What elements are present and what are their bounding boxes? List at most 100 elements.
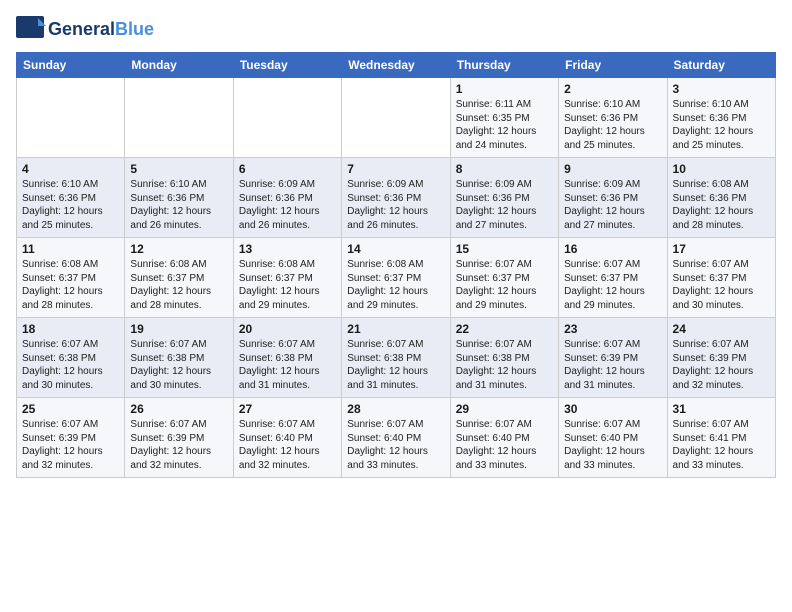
- calendar-cell: 30Sunrise: 6:07 AM Sunset: 6:40 PM Dayli…: [559, 398, 667, 478]
- day-info: Sunrise: 6:07 AM Sunset: 6:38 PM Dayligh…: [239, 338, 336, 392]
- calendar-cell: 4Sunrise: 6:10 AM Sunset: 6:36 PM Daylig…: [17, 158, 125, 238]
- day-number: 6: [239, 162, 336, 176]
- day-info: Sunrise: 6:07 AM Sunset: 6:38 PM Dayligh…: [22, 338, 119, 392]
- day-info: Sunrise: 6:07 AM Sunset: 6:39 PM Dayligh…: [22, 418, 119, 472]
- day-number: 25: [22, 402, 119, 416]
- calendar-cell: 7Sunrise: 6:09 AM Sunset: 6:36 PM Daylig…: [342, 158, 450, 238]
- calendar: SundayMondayTuesdayWednesdayThursdayFrid…: [16, 52, 776, 478]
- day-info: Sunrise: 6:08 AM Sunset: 6:37 PM Dayligh…: [130, 258, 227, 312]
- calendar-cell: 23 Sunrise: 6:07 AM Sunset: 6:39 PM Dayli…: [559, 318, 667, 398]
- calendar-cell: 3Sunrise: 6:10 AM Sunset: 6:36 PM Daylig…: [667, 78, 775, 158]
- day-info: Sunrise: 6:09 AM Sunset: 6:36 PM Dayligh…: [239, 178, 336, 232]
- logo-icon: [16, 16, 46, 44]
- day-number: 24: [673, 322, 770, 336]
- weekday-header: Wednesday: [342, 53, 450, 78]
- day-info: Sunrise: 6:07 AM Sunset: 6:40 PM Dayligh…: [239, 418, 336, 472]
- calendar-cell: 5 Sunrise: 6:10 AM Sunset: 6:36 PM Daylig…: [125, 158, 233, 238]
- day-number: 15: [456, 242, 553, 256]
- calendar-cell: 19 Sunrise: 6:07 AM Sunset: 6:38 PM Dayli…: [125, 318, 233, 398]
- day-number: 5: [130, 162, 227, 176]
- calendar-cell: 11Sunrise: 6:08 AM Sunset: 6:37 PM Dayli…: [17, 238, 125, 318]
- calendar-week-row: 1 Sunrise: 6:11 AM Sunset: 6:35 PM Daylig…: [17, 78, 776, 158]
- calendar-week-row: 11 Sunrise: 6:08 AM Sunset: 6:37 PM Dayli…: [17, 238, 776, 318]
- day-info: Sunrise: 6:07 AM Sunset: 6:39 PM Dayligh…: [673, 338, 770, 392]
- weekday-header: Monday: [125, 53, 233, 78]
- calendar-cell: 26 Sunrise: 6:07 AM Sunset: 6:39 PM Dayli…: [125, 398, 233, 478]
- day-number: 8: [456, 162, 553, 176]
- day-info: Sunrise: 6:08 AM Sunset: 6:36 PM Dayligh…: [673, 178, 770, 232]
- day-number: 27: [239, 402, 336, 416]
- day-info: Sunrise: 6:10 AM Sunset: 6:36 PM Dayligh…: [673, 98, 770, 152]
- calendar-cell: 24 Sunrise: 6:07 AM Sunset: 6:39 PM Dayli…: [667, 318, 775, 398]
- header: GeneralBlue: [16, 16, 776, 44]
- calendar-cell: 2 Sunrise: 6:10 AM Sunset: 6:36 PM Daylig…: [559, 78, 667, 158]
- day-number: 18: [22, 322, 119, 336]
- weekday-header: Thursday: [450, 53, 558, 78]
- calendar-cell: 27 Sunrise: 6:07 AM Sunset: 6:40 PM Dayli…: [233, 398, 341, 478]
- day-info: Sunrise: 6:07 AM Sunset: 6:37 PM Dayligh…: [564, 258, 661, 312]
- day-info: Sunrise: 6:08 AM Sunset: 6:37 PM Dayligh…: [239, 258, 336, 312]
- day-info: Sunrise: 6:08 AM Sunset: 6:37 PM Dayligh…: [347, 258, 444, 312]
- day-info: Sunrise: 6:07 AM Sunset: 6:37 PM Dayligh…: [673, 258, 770, 312]
- calendar-cell: 14 Sunrise: 6:08 AM Sunset: 6:37 PM Dayli…: [342, 238, 450, 318]
- day-number: 14: [347, 242, 444, 256]
- calendar-cell: 13 Sunrise: 6:08 AM Sunset: 6:37 PM Dayli…: [233, 238, 341, 318]
- calendar-cell: [125, 78, 233, 158]
- day-info: Sunrise: 6:07 AM Sunset: 6:39 PM Dayligh…: [130, 418, 227, 472]
- day-info: Sunrise: 6:07 AM Sunset: 6:38 PM Dayligh…: [456, 338, 553, 392]
- day-info: Sunrise: 6:07 AM Sunset: 6:40 PM Dayligh…: [456, 418, 553, 472]
- day-number: 20: [239, 322, 336, 336]
- day-number: 2: [564, 82, 661, 96]
- calendar-cell: 16 Sunrise: 6:07 AM Sunset: 6:37 PM Dayli…: [559, 238, 667, 318]
- calendar-cell: 28 Sunrise: 6:07 AM Sunset: 6:40 PM Dayli…: [342, 398, 450, 478]
- day-info: Sunrise: 6:09 AM Sunset: 6:36 PM Dayligh…: [564, 178, 661, 232]
- calendar-cell: 12 Sunrise: 6:08 AM Sunset: 6:37 PM Dayli…: [125, 238, 233, 318]
- day-number: 21: [347, 322, 444, 336]
- logo-blue: Blue: [115, 19, 154, 39]
- day-info: Sunrise: 6:07 AM Sunset: 6:41 PM Dayligh…: [673, 418, 770, 472]
- calendar-cell: 25 Sunrise: 6:07 AM Sunset: 6:39 PM Dayli…: [17, 398, 125, 478]
- day-info: Sunrise: 6:07 AM Sunset: 6:38 PM Dayligh…: [130, 338, 227, 392]
- day-info: Sunrise: 6:07 AM Sunset: 6:37 PM Dayligh…: [456, 258, 553, 312]
- day-number: 23: [564, 322, 661, 336]
- day-number: 13: [239, 242, 336, 256]
- calendar-cell: [17, 78, 125, 158]
- weekday-header: Friday: [559, 53, 667, 78]
- day-number: 16: [564, 242, 661, 256]
- calendar-cell: 17 Sunrise: 6:07 AM Sunset: 6:37 PM Dayli…: [667, 238, 775, 318]
- day-info: Sunrise: 6:07 AM Sunset: 6:39 PM Dayligh…: [564, 338, 661, 392]
- calendar-week-row: 25 Sunrise: 6:07 AM Sunset: 6:39 PM Dayli…: [17, 398, 776, 478]
- day-number: 11: [22, 242, 119, 256]
- day-number: 19: [130, 322, 227, 336]
- weekday-header: Saturday: [667, 53, 775, 78]
- day-info: Sunrise: 6:07 AM Sunset: 6:38 PM Dayligh…: [347, 338, 444, 392]
- logo: GeneralBlue: [16, 16, 154, 44]
- day-number: 7: [347, 162, 444, 176]
- calendar-cell: 1 Sunrise: 6:11 AM Sunset: 6:35 PM Daylig…: [450, 78, 558, 158]
- day-number: 1: [456, 82, 553, 96]
- day-number: 12: [130, 242, 227, 256]
- day-number: 22: [456, 322, 553, 336]
- calendar-cell: [233, 78, 341, 158]
- day-number: 26: [130, 402, 227, 416]
- calendar-cell: 8 Sunrise: 6:09 AM Sunset: 6:36 PM Daylig…: [450, 158, 558, 238]
- day-number: 10: [673, 162, 770, 176]
- day-number: 9: [564, 162, 661, 176]
- day-info: Sunrise: 6:10 AM Sunset: 6:36 PM Dayligh…: [130, 178, 227, 232]
- day-info: Sunrise: 6:11 AM Sunset: 6:35 PM Dayligh…: [456, 98, 553, 152]
- day-number: 31: [673, 402, 770, 416]
- calendar-week-row: 4 Sunrise: 6:10 AM Sunset: 6:36 PM Daylig…: [17, 158, 776, 238]
- calendar-cell: 9 Sunrise: 6:09 AM Sunset: 6:36 PM Daylig…: [559, 158, 667, 238]
- day-info: Sunrise: 6:07 AM Sunset: 6:40 PM Dayligh…: [347, 418, 444, 472]
- weekday-header: Tuesday: [233, 53, 341, 78]
- day-number: 17: [673, 242, 770, 256]
- day-number: 4: [22, 162, 119, 176]
- day-info: Sunrise: 6:09 AM Sunset: 6:36 PM Dayligh…: [456, 178, 553, 232]
- calendar-cell: 10 Sunrise: 6:08 AM Sunset: 6:36 PM Dayli…: [667, 158, 775, 238]
- calendar-header-row: SundayMondayTuesdayWednesdayThursdayFrid…: [17, 53, 776, 78]
- calendar-cell: 15 Sunrise: 6:07 AM Sunset: 6:37 PM Dayli…: [450, 238, 558, 318]
- day-number: 30: [564, 402, 661, 416]
- calendar-cell: 6 Sunrise: 6:09 AM Sunset: 6:36 PM Daylig…: [233, 158, 341, 238]
- day-info: Sunrise: 6:10 AM Sunset: 6:36 PM Dayligh…: [564, 98, 661, 152]
- day-number: 28: [347, 402, 444, 416]
